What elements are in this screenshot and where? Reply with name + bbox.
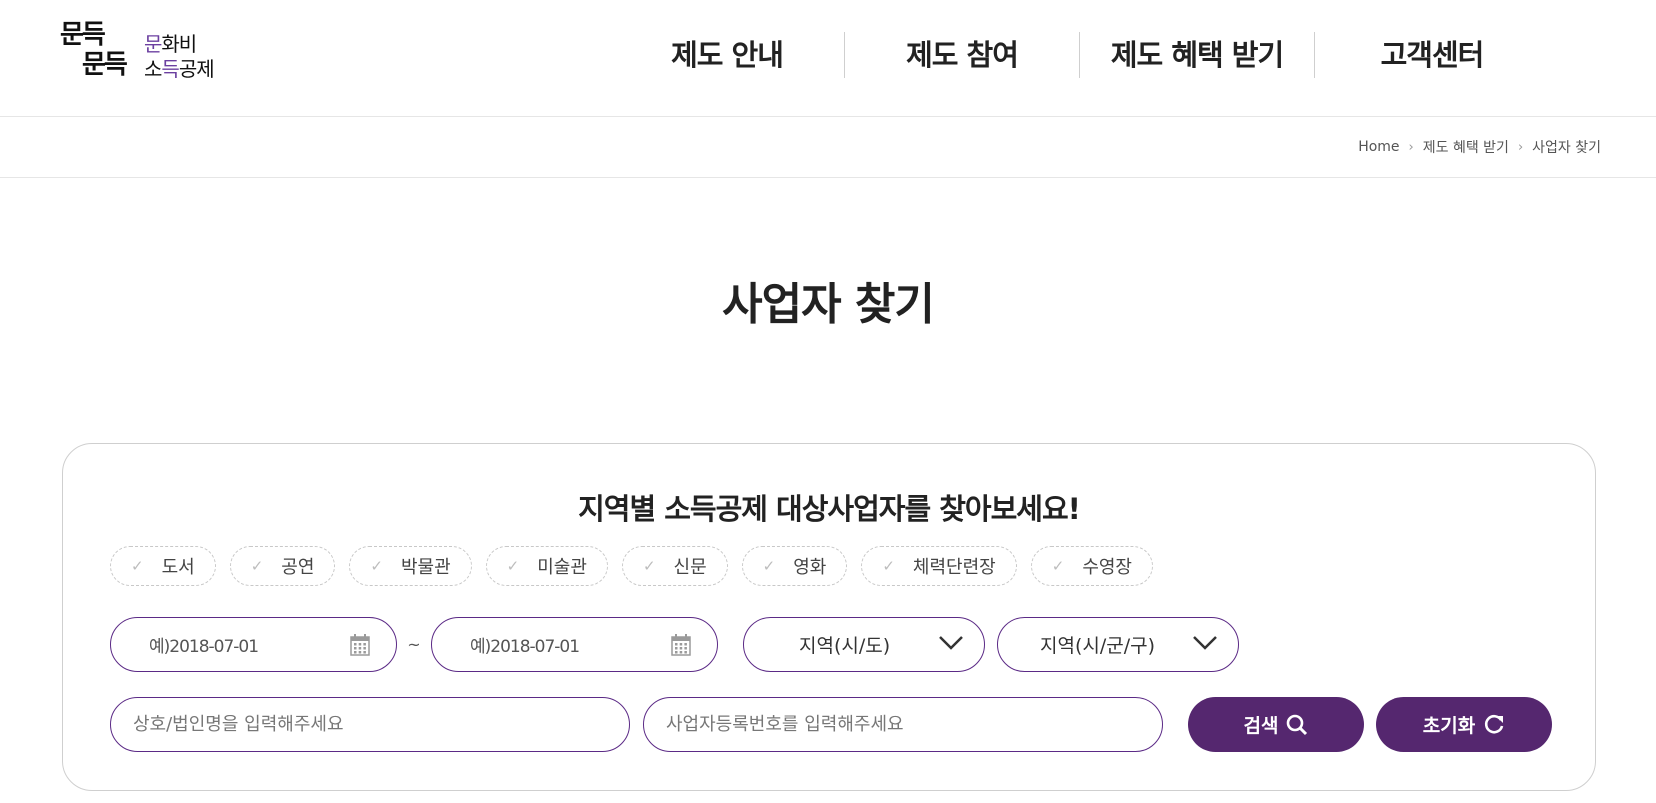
- site-logo[interactable]: 문득 문득 문화비 소득공제: [60, 20, 230, 90]
- check-icon: ✓: [1051, 557, 1065, 575]
- category-chip-swimming-pool[interactable]: ✓ 수영장: [1030, 546, 1153, 586]
- category-chip-newspaper[interactable]: ✓ 신문: [621, 546, 728, 586]
- region-sido-value: 지역(시/도): [799, 635, 891, 657]
- date-to-field[interactable]: 예)2018-07-01: [431, 617, 718, 672]
- breadcrumb: Home › 제도 혜택 받기 › 사업자 찾기: [1358, 137, 1601, 157]
- keyword-row: 검색 초기화: [110, 697, 1552, 752]
- search-panel: 지역별 소득공제 대상사업자를 찾아보세요! ✓ 도서 ✓ 공연 ✓ 박물관 ✓ 미술관…: [62, 443, 1596, 791]
- date-from-field[interactable]: 예)2018-07-01: [110, 617, 397, 672]
- category-chip-movie[interactable]: ✓ 영화: [741, 546, 848, 586]
- chevron-right-icon: ›: [1517, 139, 1524, 155]
- category-chip-museum[interactable]: ✓ 박물관: [349, 546, 472, 586]
- region-sigungu-select[interactable]: 지역(시/군/구): [997, 617, 1239, 672]
- business-name-field: [110, 697, 630, 752]
- business-name-input[interactable]: [131, 713, 609, 736]
- search-heading: 지역별 소득공제 대상사업자를 찾아보세요!: [578, 492, 1081, 526]
- refresh-icon: [1485, 714, 1504, 733]
- calendar-icon[interactable]: [350, 633, 370, 656]
- search-icon: [1287, 714, 1308, 735]
- reset-button-label: 초기화: [1422, 715, 1476, 737]
- breadcrumb-bar: Home › 제도 혜택 받기 › 사업자 찾기: [0, 117, 1656, 178]
- check-icon: ✓: [882, 557, 895, 575]
- category-chip-books[interactable]: ✓ 도서: [110, 546, 216, 586]
- search-button[interactable]: 검색: [1188, 697, 1364, 752]
- date-to-placeholder: 예)2018-07-01: [470, 637, 580, 657]
- region-sido-select[interactable]: 지역(시/도): [743, 617, 985, 672]
- check-icon: ✓: [506, 557, 520, 575]
- category-filters: ✓ 도서 ✓ 공연 ✓ 박물관 ✓ 미술관 ✓ 신문 ✓ 영화 ✓ 체력단련장 ✓ 수영장: [110, 546, 1167, 586]
- chevron-down-icon: [938, 634, 964, 656]
- calendar-icon[interactable]: [671, 633, 691, 656]
- nav-item-system-guide[interactable]: 제도 안내: [610, 32, 844, 78]
- business-number-field: [643, 697, 1163, 752]
- category-chip-art-gallery[interactable]: ✓ 미술관: [485, 546, 608, 586]
- chevron-down-icon: [1192, 634, 1218, 656]
- check-icon: ✓: [370, 557, 383, 575]
- category-chip-performance[interactable]: ✓ 공연: [229, 546, 336, 586]
- breadcrumb-current: 사업자 찾기: [1532, 140, 1601, 156]
- business-number-input[interactable]: [664, 713, 1142, 736]
- reset-button[interactable]: 초기화: [1376, 697, 1552, 752]
- nav-item-participation[interactable]: 제도 참여: [845, 32, 1079, 78]
- date-from-placeholder: 예)2018-07-01: [149, 637, 259, 657]
- main-nav: 제도 안내 제도 참여 제도 혜택 받기 고객센터: [610, 32, 1549, 78]
- check-icon: ✓: [762, 557, 776, 575]
- category-chip-gym[interactable]: ✓ 체력단련장: [861, 546, 1017, 586]
- page-title: 사업자 찾기: [722, 279, 935, 330]
- logo-script: 문득 문득: [60, 20, 128, 80]
- logo-text: 문화비 소득공제: [144, 32, 215, 81]
- region-sigungu-value: 지역(시/군/구): [1040, 635, 1156, 657]
- check-icon: ✓: [131, 557, 144, 575]
- nav-item-customer-center[interactable]: 고객센터: [1315, 32, 1549, 78]
- check-icon: ✓: [250, 557, 264, 575]
- date-range-separator: ~: [407, 635, 421, 654]
- search-button-label: 검색: [1243, 715, 1279, 737]
- nav-item-benefits[interactable]: 제도 혜택 받기: [1080, 32, 1314, 78]
- breadcrumb-home[interactable]: Home: [1358, 139, 1399, 155]
- check-icon: ✓: [642, 557, 656, 575]
- site-header: 문득 문득 문화비 소득공제 제도 안내 제도 참여 제도 혜택 받기 고객센터: [0, 0, 1656, 117]
- chevron-right-icon: ›: [1408, 139, 1414, 155]
- date-region-row: 예)2018-07-01 ~ 예)2018-07-01 지역(시/도) 지역(시…: [110, 617, 1239, 672]
- breadcrumb-benefits[interactable]: 제도 혜택 받기: [1423, 137, 1509, 157]
